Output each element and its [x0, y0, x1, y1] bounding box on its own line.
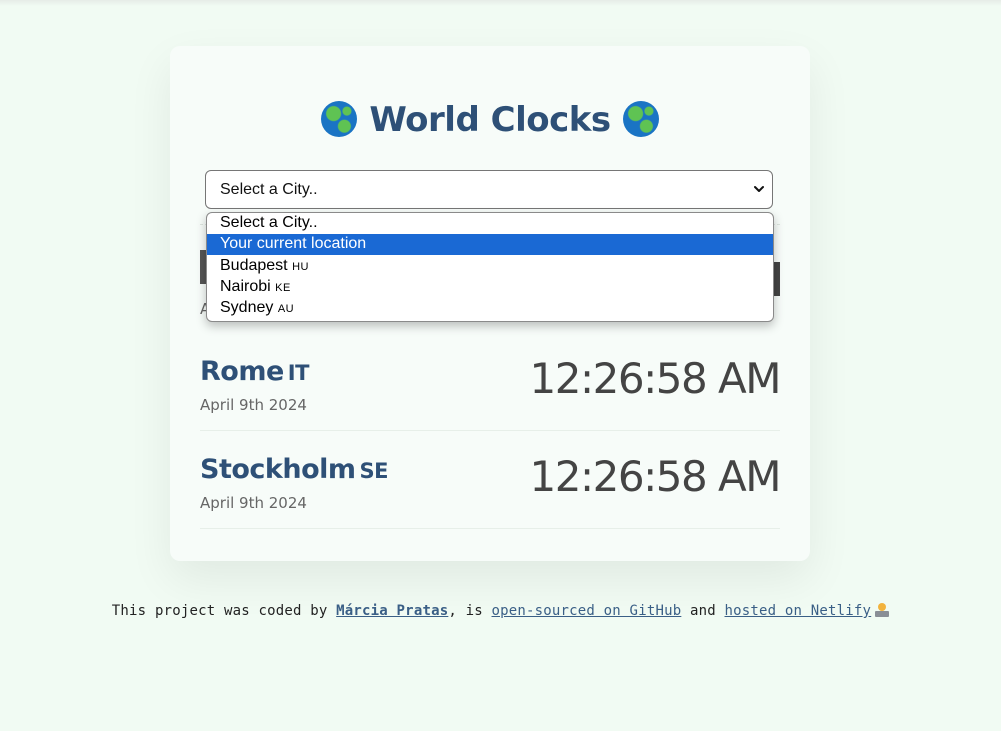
country-code: SE	[359, 459, 389, 483]
city-name: Rome IT	[200, 356, 309, 387]
city-time: 12:26:58 AM	[529, 354, 782, 403]
footer-text: and	[681, 603, 725, 619]
hidden-city-time-fragment	[774, 262, 780, 296]
option-current-location[interactable]: Your current location	[207, 234, 773, 255]
option-label: Budapest	[220, 257, 288, 274]
option-label: Select a City..	[220, 214, 318, 231]
option-budapest[interactable]: Budapest HU	[207, 256, 773, 277]
footer-text: , is	[448, 603, 492, 619]
city-select[interactable]: Select a City..	[205, 170, 773, 209]
country-code: HU	[292, 261, 309, 273]
option-label: Nairobi	[220, 278, 271, 295]
city-time: 12:26:58 AM	[529, 452, 782, 501]
globe-americas-icon	[622, 101, 659, 137]
clock-card: World Clocks Select a City.. A Select a …	[170, 46, 810, 561]
page-title-text: World Clocks	[369, 100, 611, 140]
github-link[interactable]: open-sourced on GitHub	[492, 603, 682, 619]
option-sydney[interactable]: Sydney AU	[207, 298, 773, 319]
city-name-text: Stockholm	[200, 454, 356, 485]
city-select-dropdown[interactable]: Select a City.. Your current location Bu…	[206, 212, 774, 322]
footer-text: This project was coded by	[111, 603, 337, 619]
country-code: AU	[277, 303, 295, 315]
globe-americas-icon	[321, 101, 358, 137]
top-edge-shadow	[0, 0, 1001, 6]
city-row-rome: Rome IT April 9th 2024 12:26:58 AM	[200, 334, 782, 431]
city-date: April 9th 2024	[200, 494, 307, 512]
country-code: KE	[275, 282, 291, 294]
footer: This project was coded by Márcia Pratas,…	[0, 603, 1001, 619]
option-label: Sydney	[220, 299, 274, 316]
option-select-a-city[interactable]: Select a City..	[207, 213, 773, 234]
chevron-down-icon	[754, 186, 764, 192]
city-select-value: Select a City..	[220, 181, 318, 198]
option-label: Your current location	[220, 235, 367, 252]
country-code: IT	[287, 361, 310, 385]
city-row-stockholm: Stockholm SE April 9th 2024 12:26:58 AM	[200, 432, 782, 529]
city-name-text: Rome	[200, 356, 284, 387]
author-link[interactable]: Márcia Pratas	[336, 603, 448, 619]
option-nairobi[interactable]: Nairobi KE	[207, 277, 773, 298]
page-title: World Clocks	[170, 100, 810, 140]
city-name: Stockholm SE	[200, 454, 389, 485]
technologist-icon	[875, 603, 890, 617]
netlify-link[interactable]: hosted on Netlify	[725, 603, 872, 619]
city-date: April 9th 2024	[200, 396, 307, 414]
